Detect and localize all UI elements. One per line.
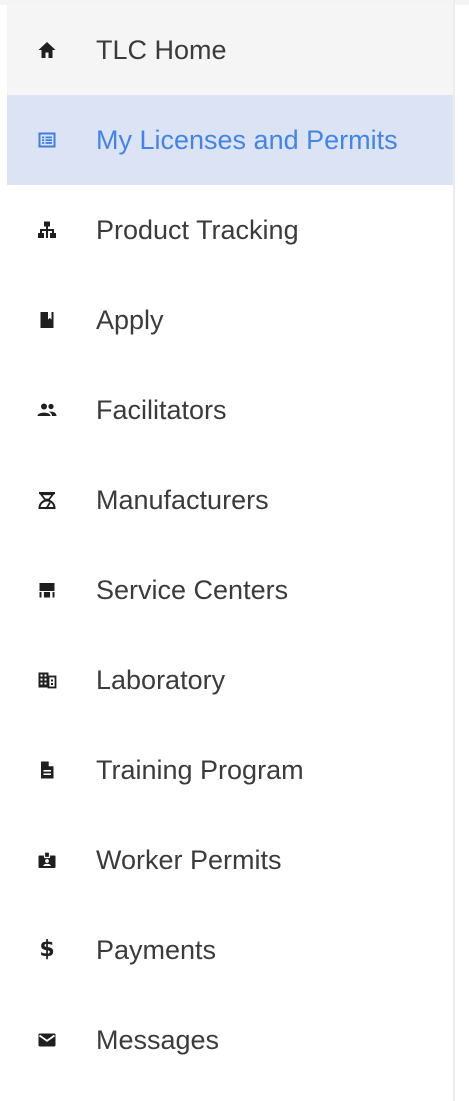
sidebar-item-label: Service Centers — [96, 575, 289, 605]
sidebar-divider — [453, 0, 455, 1101]
sidebar-item-worker-permits[interactable]: Worker Permits — [7, 815, 453, 905]
sidebar-item-messages[interactable]: Messages — [7, 995, 453, 1085]
sidebar-item-apply[interactable]: Apply — [7, 275, 453, 365]
sidebar-item-label: Laboratory — [96, 665, 226, 695]
sidebar-item-tlc-home[interactable]: TLC Home — [7, 5, 453, 95]
list-icon — [37, 130, 57, 150]
sidebar-item-label: Worker Permits — [96, 845, 282, 875]
sidebar-item-label: TLC Home — [96, 35, 227, 65]
sidebar-item-label: Product Tracking — [96, 215, 299, 245]
app-page: TLC Home My Licenses and Permits Product… — [0, 0, 469, 1101]
building-icon — [37, 670, 57, 690]
document-icon — [37, 760, 57, 780]
sidebar-item-service-centers[interactable]: Service Centers — [7, 545, 453, 635]
sidebar-item-label: Payments — [96, 935, 217, 965]
store-icon — [37, 580, 57, 600]
sidebar-nav: TLC Home My Licenses and Permits Product… — [7, 5, 453, 1085]
home-icon — [37, 40, 57, 60]
sidebar-item-label: Messages — [96, 1025, 220, 1055]
sidebar-item-label: Facilitators — [96, 395, 227, 425]
sidebar-item-manufacturers[interactable]: Manufacturers — [7, 455, 453, 545]
sidebar-item-label: Manufacturers — [96, 485, 269, 515]
sidebar-item-facilitators[interactable]: Facilitators — [7, 365, 453, 455]
manufacturer-icon — [37, 490, 57, 510]
sidebar-item-training-program[interactable]: Training Program — [7, 725, 453, 815]
sidebar-item-laboratory[interactable]: Laboratory — [7, 635, 453, 725]
book-icon — [37, 310, 57, 330]
sidebar-item-payments[interactable]: $ Payments — [7, 905, 453, 995]
sidebar-item-product-tracking[interactable]: Product Tracking — [7, 185, 453, 275]
sidebar-item-label: Training Program — [96, 755, 304, 785]
hierarchy-icon — [37, 220, 57, 240]
sidebar-item-label: Apply — [96, 305, 164, 335]
sidebar-item-my-licenses-and-permits[interactable]: My Licenses and Permits — [7, 95, 453, 185]
people-icon — [37, 400, 57, 420]
sidebar-item-label: My Licenses and Permits — [96, 125, 398, 155]
badge-icon — [37, 850, 57, 870]
dollar-icon: $ — [39, 937, 55, 962]
mail-icon — [37, 1030, 57, 1050]
